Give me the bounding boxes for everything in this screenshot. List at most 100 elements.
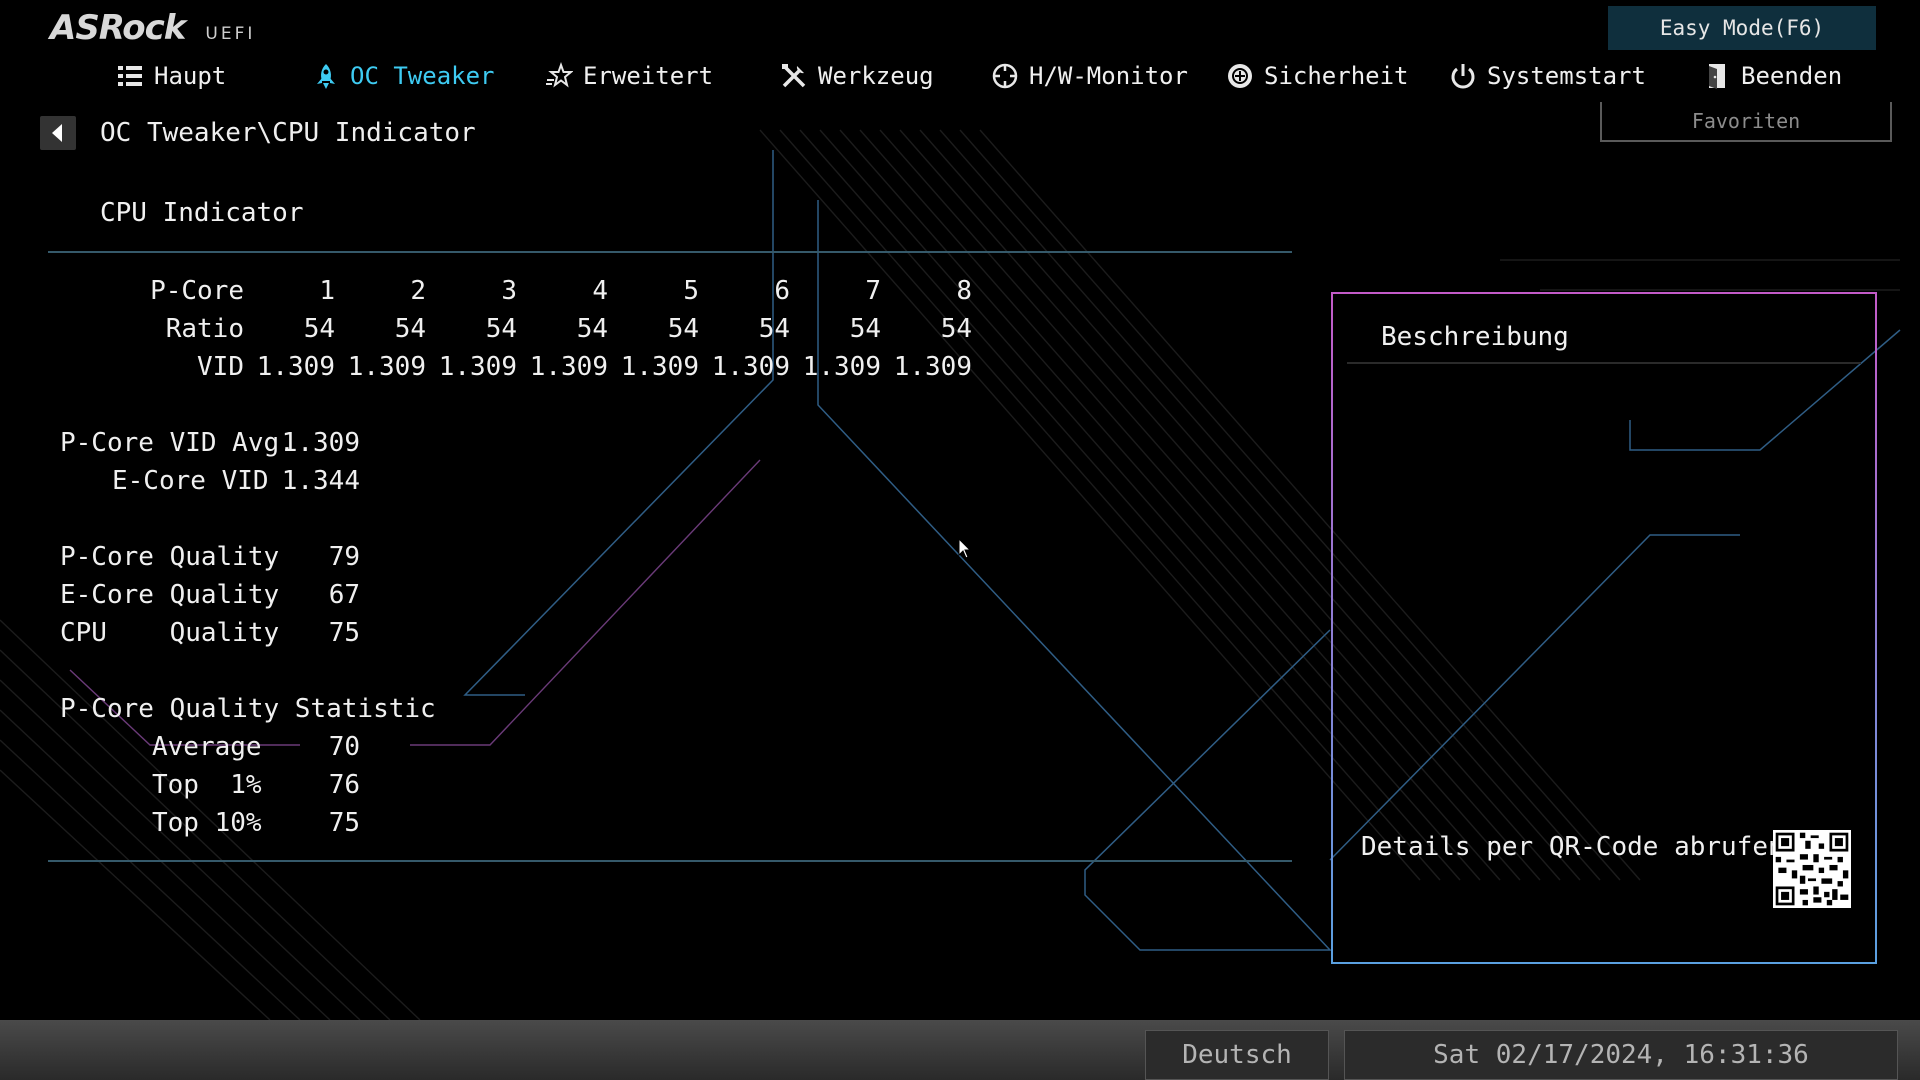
vid-value: 1.309 [347, 352, 426, 382]
cpu-quality-row: CPU Quality 75 [60, 614, 360, 652]
tab-label: Werkzeug [818, 62, 934, 90]
tab-label: Systemstart [1487, 62, 1646, 90]
vid-row: VID 1.309 1.309 1.309 1.309 1.309 1.309 … [0, 348, 972, 386]
crosshair-icon [992, 63, 1018, 89]
ratio-label: Ratio [165, 314, 244, 344]
description-panel: Beschreibung Details per QR-Code abrufen [1331, 292, 1877, 964]
vid-value: 1.309 [256, 352, 335, 382]
datetime-display: Sat 02/17/2024, 16:31:36 [1344, 1030, 1898, 1080]
description-title: Beschreibung [1381, 322, 1569, 352]
core-number: 1 [319, 276, 335, 306]
pcore-vid-avg-row: P-Core VID Avg. 1.309 [60, 424, 360, 462]
star-icon [546, 62, 573, 88]
stat-value: 75 [328, 808, 360, 838]
top-1-row: Top 1% 76 [60, 766, 360, 804]
stat-label: CPU Quality [60, 618, 280, 648]
breadcrumb: OC Tweaker\CPU Indicator [100, 118, 476, 148]
vid-value: 1.309 [529, 352, 608, 382]
tab-erweitert[interactable]: Erweitert [545, 56, 713, 96]
stat-value: 76 [328, 770, 360, 800]
ratio-value: 54 [394, 314, 426, 344]
core-number: 3 [501, 276, 517, 306]
pcore-header-label: P-Core [150, 276, 244, 306]
stat-label: Top 1% [152, 770, 262, 800]
power-icon [1451, 64, 1475, 89]
stat-value: 1.344 [281, 466, 360, 496]
tab-oc-tweaker[interactable]: OC Tweaker [312, 56, 495, 96]
list-icon [118, 66, 142, 86]
ratio-row: Ratio 54 54 54 54 54 54 54 54 [0, 310, 972, 348]
panel-title: CPU Indicator [100, 198, 304, 228]
back-arrow-icon [52, 124, 62, 142]
stat-value: 67 [328, 580, 360, 610]
tools-icon [782, 64, 806, 88]
description-divider [1347, 362, 1861, 364]
vid-value: 1.309 [438, 352, 517, 382]
stat-value: 70 [328, 732, 360, 762]
main-nav: Haupt OC Tweaker Erweitert Werkzeug H/W-… [0, 56, 1920, 96]
top-divider [48, 251, 1292, 253]
qr-code-label: Details per QR-Code abrufen [1361, 832, 1784, 862]
vid-value: 1.309 [711, 352, 790, 382]
ecore-quality-row: E-Core Quality 67 [60, 576, 360, 614]
tab-werkzeug[interactable]: Werkzeug [780, 56, 934, 96]
back-button[interactable] [40, 116, 76, 150]
favorites-button[interactable]: Favoriten [1600, 102, 1892, 142]
tab-systemstart[interactable]: Systemstart [1449, 56, 1646, 96]
stat-label: E-Core VID [112, 466, 269, 496]
vid-value: 1.309 [893, 352, 972, 382]
core-number: 2 [410, 276, 426, 306]
ratio-value: 54 [485, 314, 517, 344]
exit-door-icon [1709, 64, 1725, 89]
top-10-row: Top 10% 75 [60, 804, 360, 842]
ratio-value: 54 [667, 314, 699, 344]
tab-label: OC Tweaker [350, 62, 495, 90]
ratio-value: 54 [940, 314, 972, 344]
tab-label: Erweitert [583, 62, 714, 90]
core-number: 8 [956, 276, 972, 306]
ratio-value: 54 [758, 314, 790, 344]
pcore-header-row: P-Core 1 2 3 4 5 6 7 8 [0, 272, 972, 310]
vid-label: VID [197, 352, 244, 382]
tab-label: Sicherheit [1264, 62, 1409, 90]
core-number: 4 [592, 276, 608, 306]
mouse-cursor-icon [958, 538, 972, 559]
stat-label: E-Core Quality [60, 580, 280, 610]
core-number: 7 [865, 276, 881, 306]
tab-sicherheit[interactable]: Sicherheit [1226, 56, 1409, 96]
ratio-value: 54 [849, 314, 881, 344]
rocket-icon [317, 64, 335, 89]
stat-label: P-Core Quality [60, 542, 280, 572]
language-button[interactable]: Deutsch [1145, 1030, 1329, 1080]
ratio-value: 54 [303, 314, 335, 344]
statistic-title-row: P-Core Quality Statistic [60, 690, 480, 728]
stat-value: 79 [328, 542, 360, 572]
tab-haupt[interactable]: Haupt [116, 56, 226, 96]
statistic-title: P-Core Quality Statistic [60, 694, 436, 724]
pcore-quality-row: P-Core Quality 79 [60, 538, 360, 576]
asrock-logo: ASRock UEFI [50, 8, 255, 48]
stat-label: Average [152, 732, 262, 762]
tab-label: Haupt [154, 62, 227, 90]
tab-beenden[interactable]: Beenden [1703, 56, 1842, 96]
vid-value: 1.309 [802, 352, 881, 382]
stat-label: P-Core VID Avg. [60, 428, 295, 458]
easy-mode-button[interactable]: Easy Mode(F6) [1608, 6, 1876, 50]
average-row: Average 70 [60, 728, 360, 766]
stat-label: Top 10% [152, 808, 262, 838]
tab-label: Beenden [1741, 62, 1843, 90]
stat-value: 75 [328, 618, 360, 648]
tab-hw-monitor[interactable]: H/W-Monitor [991, 56, 1188, 96]
ratio-value: 54 [576, 314, 608, 344]
core-number: 6 [774, 276, 790, 306]
qr-code-icon [1773, 830, 1851, 908]
bottom-divider [48, 860, 1292, 862]
logo-uefi: UEFI [205, 24, 256, 44]
core-number: 5 [683, 276, 699, 306]
shield-icon [1228, 64, 1252, 88]
tab-label: H/W-Monitor [1029, 62, 1188, 90]
vid-value: 1.309 [620, 352, 699, 382]
logo-brand: ASRock [50, 8, 186, 48]
stat-value: 1.309 [281, 428, 360, 458]
ecore-vid-row: E-Core VID 1.344 [60, 462, 360, 500]
